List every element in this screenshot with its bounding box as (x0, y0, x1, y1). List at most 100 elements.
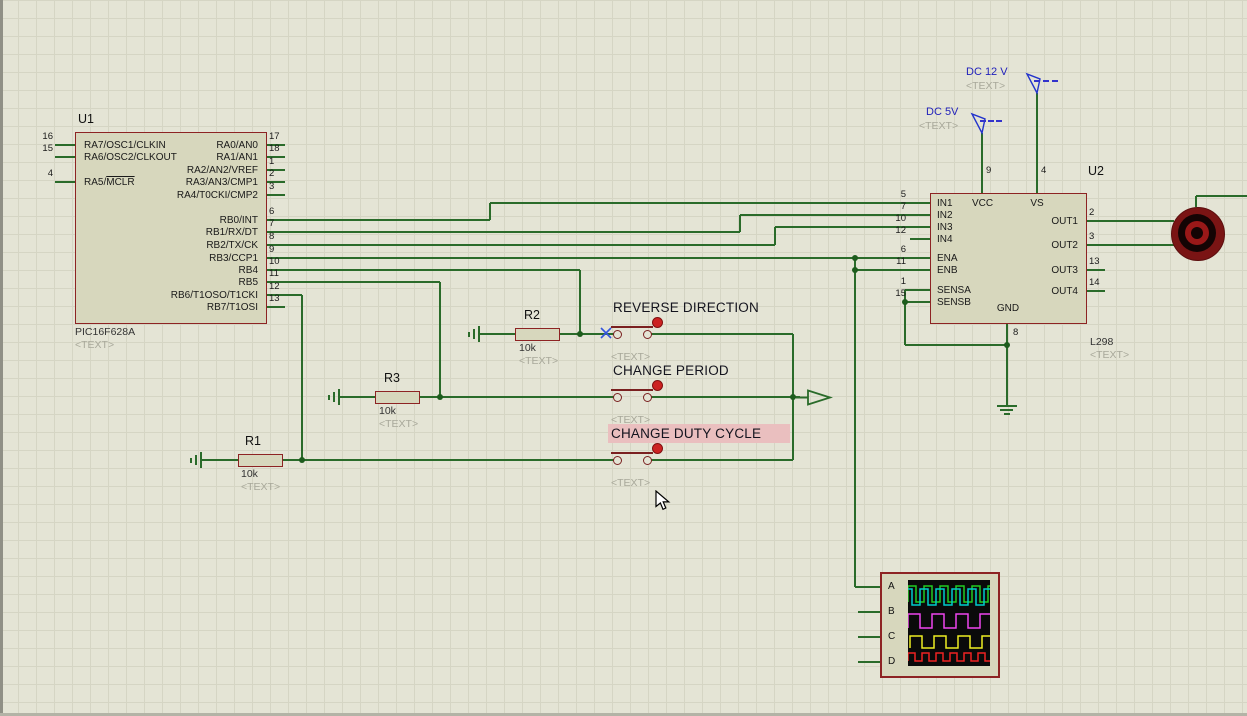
wire-segment[interactable] (774, 227, 776, 245)
wire-segment[interactable] (439, 282, 441, 397)
u2-pin-number: 12 (895, 225, 906, 236)
ground-symbol[interactable] (200, 452, 202, 468)
wire-segment[interactable] (480, 333, 515, 335)
button1-actuator-dot[interactable] (652, 317, 663, 328)
u2-pin-name: IN2 (937, 210, 953, 221)
wire-segment[interactable] (490, 202, 930, 204)
wire-segment[interactable] (981, 133, 983, 193)
wire-segment[interactable] (1006, 322, 1008, 405)
r2-resistor-body[interactable] (515, 328, 560, 341)
wire-segment[interactable] (340, 396, 375, 398)
pin-stub[interactable] (265, 169, 285, 171)
wire-segment[interactable] (285, 294, 302, 296)
ground-symbol[interactable] (478, 326, 480, 342)
scope-channel-label: C (888, 631, 896, 642)
wire-segment[interactable] (739, 215, 741, 232)
junction-dot (902, 299, 908, 305)
button3-text-placeholder: <TEXT> (611, 477, 651, 489)
wire-segment[interactable] (650, 396, 800, 398)
wire-segment[interactable] (285, 219, 490, 221)
pin-stub[interactable] (265, 219, 285, 221)
u2-pin-name: SENSA (937, 285, 971, 296)
trace-red (908, 652, 990, 662)
power-terminal-icon[interactable] (968, 110, 988, 135)
pin-stub[interactable] (1085, 269, 1105, 271)
wire-segment[interactable] (579, 270, 581, 334)
wire-segment[interactable] (285, 257, 930, 259)
u1-pin-name: RA4/T0CKI/CMP2 (176, 190, 258, 201)
power-terminal-icon[interactable] (1023, 70, 1043, 95)
pin-stub[interactable] (1085, 220, 1105, 222)
wire-segment[interactable] (285, 281, 440, 283)
u2-pin-name: IN3 (937, 222, 953, 233)
wire-segment[interactable] (1105, 220, 1174, 222)
wire-segment[interactable] (775, 226, 930, 228)
pin-stub[interactable] (55, 156, 75, 158)
wire-segment[interactable] (285, 231, 740, 233)
wire-segment[interactable] (281, 459, 614, 461)
u2-pin-name-vcc: VCC (971, 198, 994, 209)
button3-actuator-dot[interactable] (652, 443, 663, 454)
wire-segment[interactable] (202, 459, 238, 461)
button2-actuator-dot[interactable] (652, 380, 663, 391)
wire-segment[interactable] (418, 396, 614, 398)
wire-segment[interactable] (1105, 244, 1174, 246)
wire-segment[interactable] (1195, 196, 1197, 207)
pin-stub[interactable] (910, 269, 930, 271)
wire-segment[interactable] (1196, 195, 1247, 197)
wire-segment[interactable] (854, 258, 856, 587)
u2-pin-number: 1 (900, 276, 906, 287)
pin-stub[interactable] (265, 156, 285, 158)
u1-text-placeholder: <TEXT> (75, 339, 115, 351)
pin-stub[interactable] (265, 181, 285, 183)
pin-stub[interactable] (55, 144, 75, 146)
u1-pin-number: 17 (269, 131, 280, 142)
pin-stub[interactable] (910, 257, 930, 259)
button1-terminal (613, 330, 622, 339)
button3-terminal (613, 456, 622, 465)
output-arrow-terminal[interactable] (796, 389, 834, 406)
ground-symbol[interactable] (338, 389, 340, 405)
wire-segment[interactable] (285, 269, 580, 271)
pin-stub[interactable] (858, 611, 880, 613)
u2-pin-name: OUT4 (1051, 286, 1078, 297)
u2-pin-number: 5 (900, 189, 906, 200)
u2-pin-number: 3 (1089, 231, 1095, 242)
wire-segment[interactable] (905, 344, 1007, 346)
pin-stub[interactable] (265, 244, 285, 246)
pin-stub[interactable] (265, 231, 285, 233)
r1-ref-label: R1 (245, 434, 261, 448)
u1-pin-name: RB3/CCP1 (209, 253, 258, 264)
u2-pin-name: IN1 (937, 198, 953, 209)
pin-stub[interactable] (55, 181, 75, 183)
button3-contact-bar (611, 452, 653, 454)
r3-resistor-body[interactable] (375, 391, 420, 404)
pin-stub[interactable] (910, 289, 930, 291)
pin-stub[interactable] (910, 214, 930, 216)
wire-segment[interactable] (489, 203, 491, 220)
wire-segment[interactable] (650, 459, 793, 461)
trace-magenta (908, 613, 990, 629)
u1-pin-name: RA3/AN3/CMP1 (185, 177, 258, 188)
pin-stub[interactable] (1085, 290, 1105, 292)
wire-segment[interactable] (1036, 93, 1038, 193)
r1-resistor-body[interactable] (238, 454, 283, 467)
pin-stub[interactable] (910, 238, 930, 240)
wire-segment[interactable] (650, 333, 793, 335)
u1-pin-name: RB7/T1OSI (206, 302, 258, 313)
wire-segment[interactable] (285, 244, 775, 246)
pin-stub[interactable] (910, 226, 930, 228)
wire-segment[interactable] (301, 295, 303, 460)
wire-segment[interactable] (855, 586, 880, 588)
ground-symbol[interactable] (997, 405, 1017, 407)
u2-part-label: L298 (1090, 336, 1114, 348)
u2-pin-name: ENA (937, 253, 958, 264)
pin-stub[interactable] (910, 202, 930, 204)
pin-stub[interactable] (858, 636, 880, 638)
pin-stub[interactable] (265, 306, 285, 308)
pin-stub[interactable] (1085, 244, 1105, 246)
junction-dot (852, 267, 858, 273)
pin-stub[interactable] (910, 301, 930, 303)
pin-stub[interactable] (858, 661, 880, 663)
pin-stub[interactable] (265, 194, 285, 196)
